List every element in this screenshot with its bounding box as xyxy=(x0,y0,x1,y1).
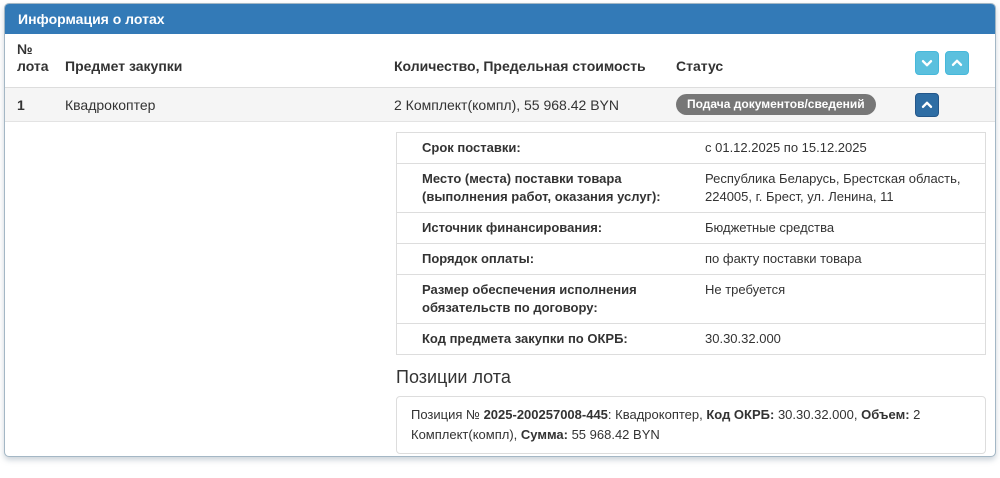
detail-value: Республика Беларусь, Брестская область, … xyxy=(705,171,961,204)
lot-positions-heading: Позиции лота xyxy=(396,367,511,387)
column-header-lot-number: № лота xyxy=(17,41,49,74)
position-number: 2025-200257008-445 xyxy=(483,407,608,422)
panel-title: Информация о лотах xyxy=(5,4,995,34)
position-sum-label: Сумма: xyxy=(520,427,568,442)
chevron-down-icon xyxy=(919,55,935,71)
detail-row-okrb-code: Код предмета закупки по ОКРБ: 30.30.32.0… xyxy=(397,323,985,354)
detail-row-delivery-period: Срок поставки: с 01.12.2025 по 15.12.202… xyxy=(397,133,985,163)
position-text-segment: 30.30.32.000, xyxy=(774,407,862,422)
position-text-segment: Позиция № xyxy=(411,407,484,422)
row-actions xyxy=(915,92,995,117)
detail-value: Не требуется xyxy=(705,282,786,297)
status-badge: Подача документов/сведений xyxy=(676,94,876,115)
detail-label: Источник финансирования: xyxy=(422,220,603,235)
detail-value: по факту поставки товара xyxy=(705,251,862,266)
column-header-status: Статус xyxy=(676,58,724,74)
collapse-lot-details-button[interactable] xyxy=(915,92,939,117)
detail-value: 30.30.32.000 xyxy=(705,331,781,346)
detail-row-payment-order: Порядок оплаты: по факту поставки товара xyxy=(397,243,985,274)
detail-row-contract-security: Размер обеспечения исполнения обязательс… xyxy=(397,274,985,323)
lot-number: 1 xyxy=(17,96,25,113)
lot-position-item: Позиция № 2025-200257008-445: Квадрокопт… xyxy=(396,396,986,454)
expand-all-button[interactable] xyxy=(915,51,939,75)
lot-details-table: Срок поставки: с 01.12.2025 по 15.12.202… xyxy=(396,132,986,355)
lots-info-panel: Информация о лотах № лота Предмет закупк… xyxy=(4,3,996,457)
lot-subject: Квадрокоптер xyxy=(65,96,156,113)
detail-row-delivery-place: Место (места) поставки товара (выполнени… xyxy=(397,163,985,212)
chevron-up-icon xyxy=(949,55,965,71)
position-okrb-label: Код ОКРБ: xyxy=(706,407,775,422)
lot-details-section: Срок поставки: с 01.12.2025 по 15.12.202… xyxy=(396,132,986,454)
detail-value: Бюджетные средства xyxy=(705,220,835,235)
detail-label: Код предмета закупки по ОКРБ: xyxy=(422,331,628,346)
detail-row-funding-source: Источник финансирования: Бюджетные средс… xyxy=(397,212,985,243)
position-text-segment: : Квадрокоптер, xyxy=(607,407,707,422)
column-header-subject: Предмет закупки xyxy=(65,58,183,74)
column-header-quantity: Количество, Предельная стоимость xyxy=(394,58,646,74)
detail-label: Срок поставки: xyxy=(422,140,521,155)
position-text-segment: 55 968.42 BYN xyxy=(567,427,660,442)
lots-table-header: № лота Предмет закупки Количество, Преде… xyxy=(5,34,995,88)
lot-quantity: 2 Комплект(компл), 55 968.42 BYN xyxy=(394,96,619,113)
position-volume-label: Объем: xyxy=(861,407,910,422)
detail-value: с 01.12.2025 по 15.12.2025 xyxy=(705,140,867,155)
detail-label: Порядок оплаты: xyxy=(422,251,535,266)
detail-label: Размер обеспечения исполнения обязательс… xyxy=(422,282,637,315)
collapse-all-button[interactable] xyxy=(945,51,969,75)
lot-status: Подача документов/сведений xyxy=(676,94,915,115)
detail-label: Место (места) поставки товара (выполнени… xyxy=(422,171,661,204)
chevron-up-icon xyxy=(919,97,935,113)
lot-table-row: 1 Квадрокоптер 2 Комплект(компл), 55 968… xyxy=(5,88,995,122)
header-actions xyxy=(915,51,995,87)
